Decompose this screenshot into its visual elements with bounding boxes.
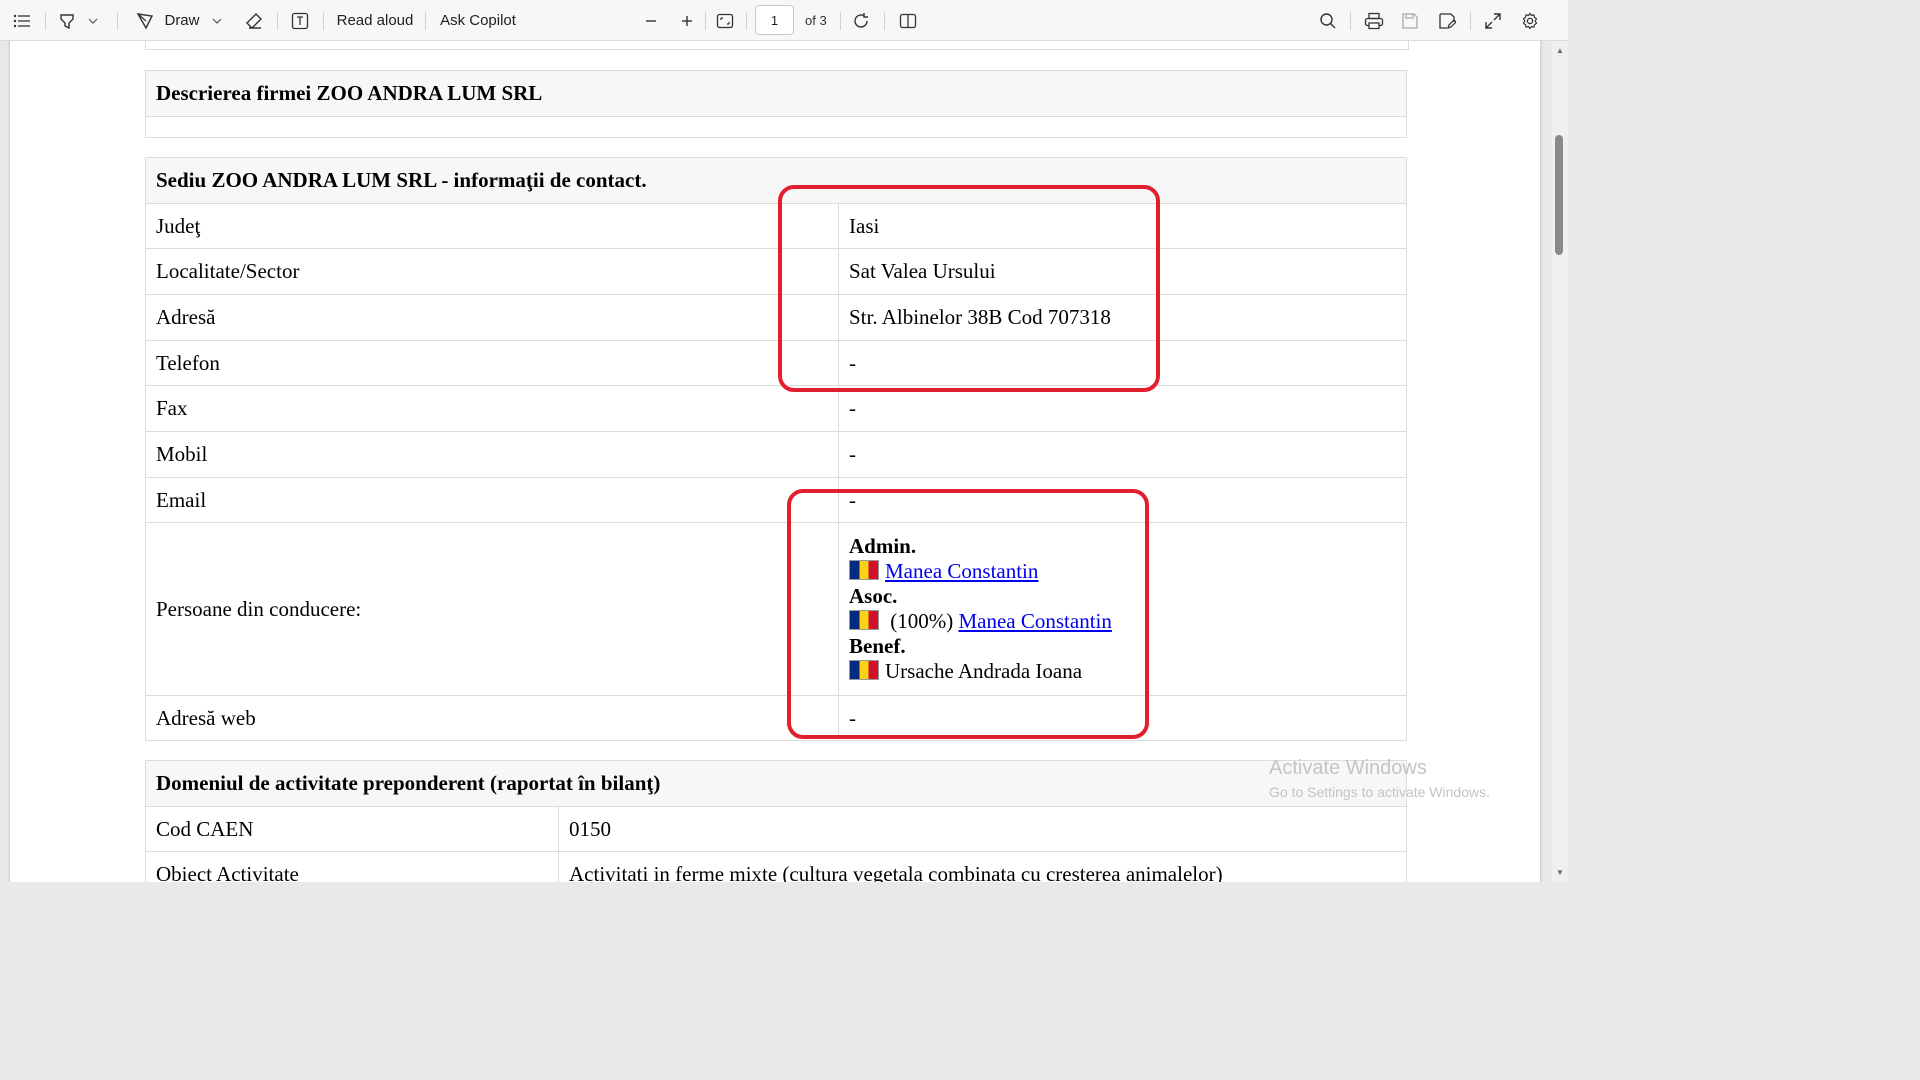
toolbar-separator [1350,12,1351,30]
benef-role: Benef. [849,634,906,658]
row-label: Persoane din conducere: [145,522,839,696]
row-label: Telefon [145,340,839,386]
toolbar-separator [746,12,747,30]
row-label: Fax [145,385,839,432]
table-row: Telefon - [145,340,1407,386]
table-row: Fax - [145,385,1407,432]
description-header: Descrierea firmei ZOO ANDRA LUM SRL [145,70,1407,117]
description-empty-cell [145,116,1407,138]
table-row: Persoane din conducere: Admin. Manea Con… [145,522,1407,696]
row-label: Judeţ [145,203,839,249]
toolbar-separator [425,12,426,30]
row-label: Cod CAEN [145,806,559,852]
toolbar-separator [323,12,324,30]
toolbar-separator [884,12,885,30]
table-row: Email - [145,477,1407,523]
toolbar-separator [1470,12,1471,30]
table-row: Obiect Activitate Activitati in ferme mi… [145,851,1407,882]
previous-table-bottom [145,41,1409,50]
draw-icon[interactable] [134,0,156,41]
row-value: - [838,431,1407,478]
table-row: Judeţ Iasi [145,203,1407,249]
row-value: - [838,385,1407,432]
search-icon[interactable] [1317,0,1339,41]
row-value: - [838,695,1407,741]
table-row: Localitate/Sector Sat Valea Ursului [145,248,1407,295]
highlight-icon[interactable] [56,0,78,41]
romania-flag-icon [849,610,879,630]
table-row: Adresă web - [145,695,1407,741]
romania-flag-icon [849,560,879,580]
fullscreen-icon[interactable] [1482,0,1504,41]
zoom-out-icon[interactable] [640,0,662,41]
contact-table: Sediu ZOO ANDRA LUM SRL - informaţii de … [145,157,1407,741]
ask-copilot-button[interactable]: Ask Copilot [437,0,519,41]
management-cell: Admin. Manea Constantin Asoc. (100%) Man… [838,522,1407,696]
toolbar-separator [45,12,46,30]
toolbar-separator [117,12,118,30]
settings-icon[interactable] [1519,0,1541,41]
pdf-page: Descrierea firmei ZOO ANDRA LUM SRL Sedi… [10,41,1540,882]
contact-header: Sediu ZOO ANDRA LUM SRL - informaţii de … [145,157,1407,204]
rotate-icon[interactable] [850,0,872,41]
activity-table: Domeniul de activitate preponderent (rap… [145,760,1407,882]
row-value: 0150 [558,806,1407,852]
activate-windows-watermark: Activate Windows Go to Settings to activ… [1269,757,1490,805]
scroll-down-icon[interactable]: ▼ [1553,866,1567,878]
fit-page-icon[interactable] [714,0,736,41]
row-label: Localitate/Sector [145,248,839,295]
table-row: Mobil - [145,431,1407,478]
page-number-input[interactable] [755,5,794,35]
activity-header: Domeniul de activitate preponderent (rap… [145,760,1407,807]
toolbar-separator [277,12,278,30]
benef-name: Ursache Andrada Ioana [885,659,1083,683]
save-as-icon[interactable] [1436,0,1458,41]
row-label: Mobil [145,431,839,478]
row-label: Email [145,477,839,523]
toolbar-separator [705,12,706,30]
scrollbar-thumb[interactable] [1555,135,1563,255]
assoc-role: Asoc. [849,584,898,608]
read-aloud-button[interactable]: Read aloud [336,0,414,41]
page-view-icon[interactable] [897,0,919,41]
row-value: Activitati in ferme mixte (cultura veget… [558,851,1407,882]
pdf-toolbar: Draw Read aloud Ask Copilot of 3 [0,0,1568,41]
document-viewer[interactable]: Descrierea firmei ZOO ANDRA LUM SRL Sedi… [0,41,1552,882]
row-value: Iasi [838,203,1407,249]
chevron-down-icon[interactable] [86,0,100,41]
admin-role: Admin. [849,534,917,558]
row-label: Adresă web [145,695,839,741]
row-value: Str. Albinelor 38B Cod 707318 [838,294,1407,341]
print-icon[interactable] [1362,0,1386,41]
watermark-subtitle: Go to Settings to activate Windows. [1269,784,1490,800]
table-row: Cod CAEN 0150 [145,806,1407,852]
watermark-title: Activate Windows [1269,757,1427,779]
row-value: - [838,340,1407,386]
zoom-in-icon[interactable] [676,0,698,41]
romania-flag-icon [849,660,879,680]
description-table: Descrierea firmei ZOO ANDRA LUM SRL [145,70,1407,138]
scroll-up-icon[interactable]: ▲ [1553,44,1567,56]
eraser-icon[interactable] [243,0,265,41]
save-icon[interactable] [1399,0,1421,41]
text-box-icon[interactable] [289,0,311,41]
assoc-name-link[interactable]: Manea Constantin [958,609,1111,633]
chevron-down-icon[interactable] [210,0,224,41]
table-row: Adresă Str. Albinelor 38B Cod 707318 [145,294,1407,341]
row-label: Obiect Activitate [145,851,559,882]
assoc-share: (100%) [890,609,954,633]
row-value: Sat Valea Ursului [838,248,1407,295]
page-total-label: of 3 [805,13,827,28]
draw-button[interactable]: Draw [162,0,202,41]
row-value: - [838,477,1407,523]
admin-name-link[interactable]: Manea Constantin [885,559,1038,583]
toolbar-separator [840,12,841,30]
row-label: Adresă [145,294,839,341]
contents-icon[interactable] [10,0,34,41]
